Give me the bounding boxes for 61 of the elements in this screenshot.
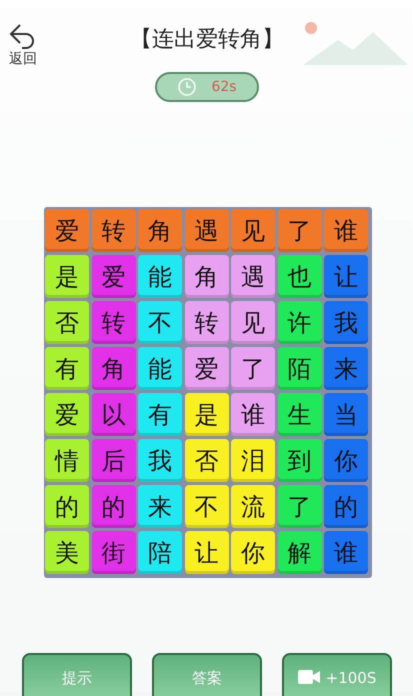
letter-tile[interactable]: 情 bbox=[45, 439, 89, 482]
letter-tile[interactable]: 后 bbox=[92, 439, 136, 482]
page-title: 【连出爱转角】 bbox=[129, 26, 285, 54]
letter-tile[interactable]: 的 bbox=[92, 485, 136, 528]
letter-tile[interactable]: 遇 bbox=[184, 209, 228, 252]
letter-tile[interactable]: 见 bbox=[231, 301, 275, 344]
letter-tile[interactable]: 街 bbox=[92, 531, 136, 574]
letter-tile[interactable]: 不 bbox=[184, 485, 228, 528]
letter-tile[interactable]: 生 bbox=[278, 393, 322, 436]
letter-tile[interactable]: 陌 bbox=[278, 347, 322, 390]
letter-tile[interactable]: 角 bbox=[184, 255, 228, 298]
letter-tile[interactable]: 角 bbox=[92, 347, 136, 390]
letter-tile[interactable]: 有 bbox=[45, 347, 89, 390]
letter-tile[interactable]: 是 bbox=[184, 393, 228, 436]
letter-tile[interactable]: 转 bbox=[92, 209, 136, 252]
letter-tile[interactable]: 的 bbox=[45, 485, 89, 528]
letter-tile[interactable]: 见 bbox=[231, 209, 275, 252]
letter-tile[interactable]: 我 bbox=[324, 301, 368, 344]
letter-tile[interactable]: 谁 bbox=[231, 393, 275, 436]
letter-tile[interactable]: 爱 bbox=[45, 209, 89, 252]
letter-tile[interactable]: 爱 bbox=[92, 255, 136, 298]
letter-tile[interactable]: 流 bbox=[231, 485, 275, 528]
letter-tile[interactable]: 来 bbox=[138, 485, 182, 528]
letter-tile[interactable]: 美 bbox=[45, 531, 89, 574]
letter-tile[interactable]: 谁 bbox=[324, 531, 368, 574]
letter-tile[interactable]: 是 bbox=[45, 255, 89, 298]
letter-tile[interactable]: 许 bbox=[278, 301, 322, 344]
letter-tile[interactable]: 解 bbox=[278, 531, 322, 574]
letter-tile[interactable]: 不 bbox=[138, 301, 182, 344]
letter-tile[interactable]: 你 bbox=[324, 439, 368, 482]
letter-tile[interactable]: 也 bbox=[278, 255, 322, 298]
letter-tile[interactable]: 角 bbox=[138, 209, 182, 252]
letter-tile[interactable]: 否 bbox=[184, 439, 228, 482]
letter-tile[interactable]: 我 bbox=[138, 439, 182, 482]
letter-tile[interactable]: 爱 bbox=[184, 347, 228, 390]
letter-tile[interactable]: 遇 bbox=[231, 255, 275, 298]
letter-tile[interactable]: 让 bbox=[184, 531, 228, 574]
letter-tile[interactable]: 有 bbox=[138, 393, 182, 436]
video-camera-icon bbox=[298, 669, 320, 685]
letter-tile[interactable]: 转 bbox=[184, 301, 228, 344]
letter-tile[interactable]: 让 bbox=[324, 255, 368, 298]
letter-tile[interactable]: 你 bbox=[231, 531, 275, 574]
clock-icon bbox=[177, 77, 198, 97]
letter-tile[interactable]: 了 bbox=[231, 347, 275, 390]
letter-tile[interactable]: 陪 bbox=[138, 531, 182, 574]
letter-tile[interactable]: 谁 bbox=[324, 209, 368, 252]
letter-tile[interactable]: 了 bbox=[278, 485, 322, 528]
back-button[interactable]: 返回 bbox=[8, 22, 38, 68]
letter-tile[interactable]: 到 bbox=[278, 439, 322, 482]
letter-tile[interactable]: 来 bbox=[324, 347, 368, 390]
letter-tile[interactable]: 泪 bbox=[231, 439, 275, 482]
letter-tile[interactable]: 了 bbox=[278, 209, 322, 252]
letter-tile[interactable]: 否 bbox=[45, 301, 89, 344]
letter-tile[interactable]: 的 bbox=[324, 485, 368, 528]
letter-tile[interactable]: 能 bbox=[138, 347, 182, 390]
letter-tile[interactable]: 爱 bbox=[45, 393, 89, 436]
letter-tile[interactable]: 能 bbox=[138, 255, 182, 298]
letter-tile[interactable]: 以 bbox=[92, 393, 136, 436]
timer-value: 62s bbox=[211, 79, 237, 95]
letter-tile[interactable]: 当 bbox=[324, 393, 368, 436]
letter-tile[interactable]: 转 bbox=[92, 301, 136, 344]
